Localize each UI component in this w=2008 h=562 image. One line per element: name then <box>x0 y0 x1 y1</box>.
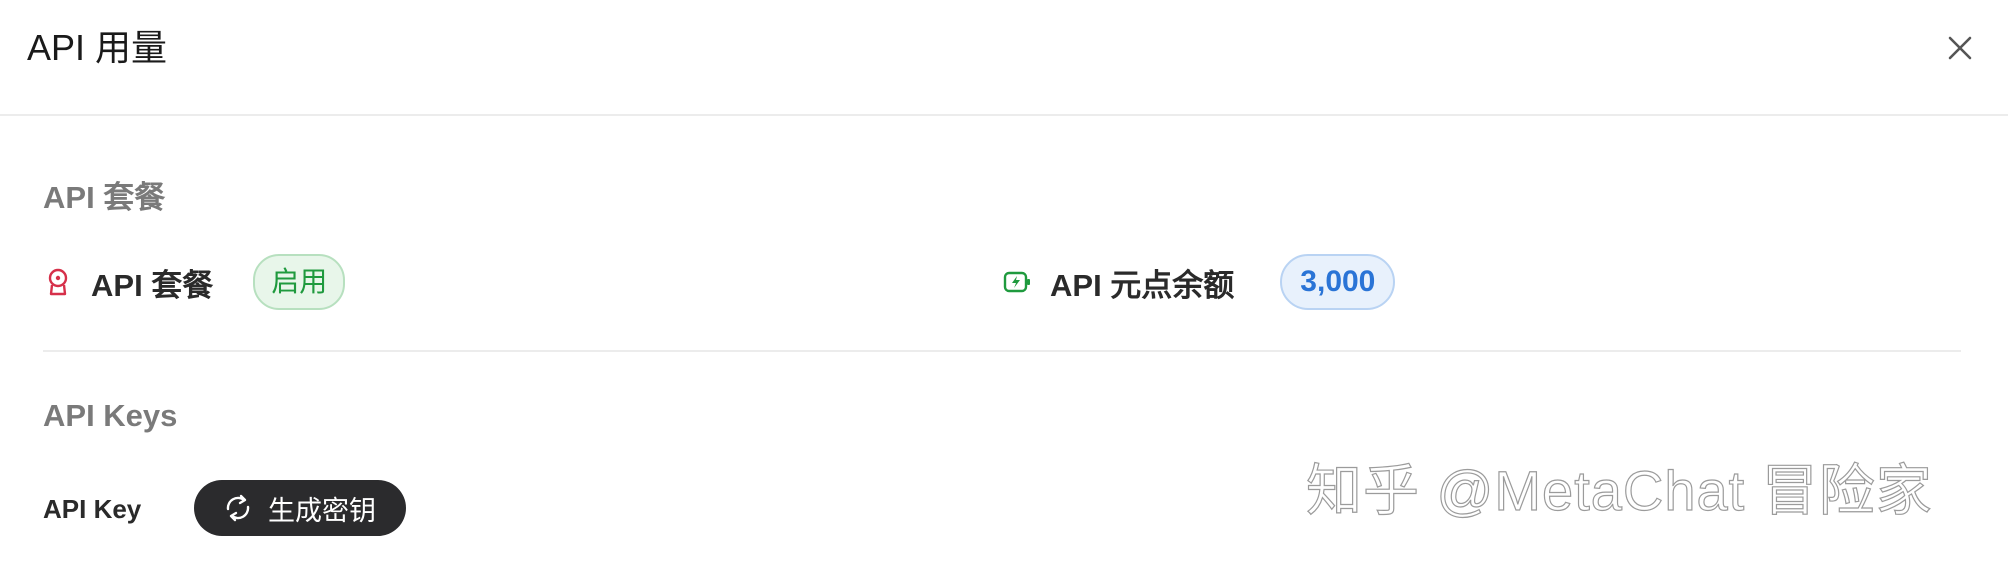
dialog-title: API 用量 <box>27 27 168 68</box>
section-divider <box>43 350 1961 352</box>
badge-icon <box>48 268 68 296</box>
api-usage-dialog: API 用量 API 套餐 API 套餐 启用 API 元点余额 3,000 A… <box>0 0 2008 562</box>
generate-key-label: 生成密钥 <box>268 495 376 526</box>
battery-charging-icon <box>1003 271 1030 293</box>
section-title-plan: API 套餐 <box>43 180 166 215</box>
plan-label: API 套餐 <box>91 267 214 303</box>
dialog-header: API 用量 <box>0 0 2008 116</box>
plan-status-badge: 启用 <box>253 254 346 310</box>
watermark: 知乎 @MetaChat 冒险家 <box>1305 458 1933 522</box>
refresh-icon <box>226 494 250 522</box>
close-icon[interactable] <box>1940 28 1980 68</box>
plan-row: API 套餐 启用 <box>43 254 346 310</box>
credits-row: API 元点余额 3,000 <box>1002 254 1396 310</box>
generate-key-button[interactable]: 生成密钥 <box>194 480 406 536</box>
close-button[interactable] <box>1940 28 1980 68</box>
credits-label: API 元点余额 <box>1050 267 1235 303</box>
credits-value-badge: 3,000 <box>1280 254 1396 310</box>
api-key-label: API Key <box>43 494 142 524</box>
section-title-keys: API Keys <box>43 398 178 433</box>
